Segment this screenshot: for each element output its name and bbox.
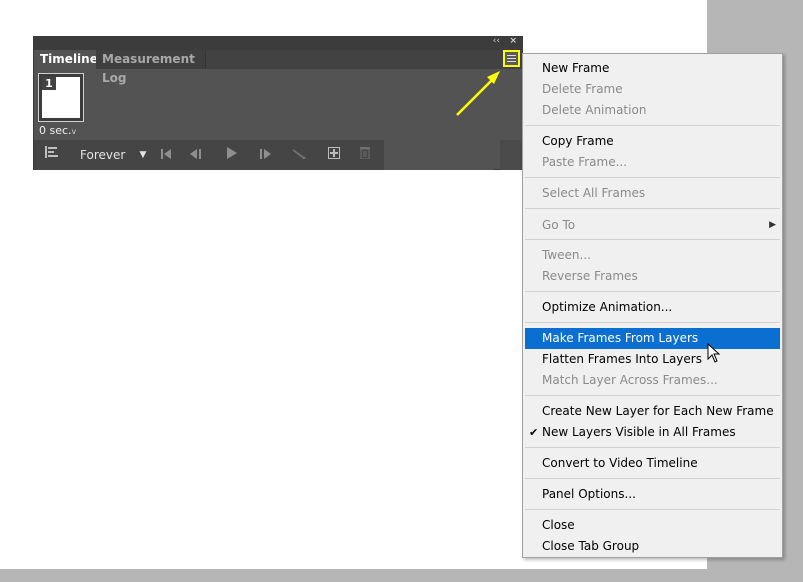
checkmark-icon: ✔	[529, 426, 539, 439]
timeline-controls: Forever ▼	[34, 140, 384, 170]
menu-separator	[525, 395, 780, 396]
menu-item-go-to[interactable]: Go To ▶	[525, 215, 780, 236]
menu-item-label: Match Layer Across Frames...	[542, 373, 718, 387]
collapse-panel-icon[interactable]: ‹‹	[493, 36, 500, 46]
menu-item-reverse-frames[interactable]: Reverse Frames	[525, 266, 780, 287]
menu-item-tween[interactable]: Tween...	[525, 245, 780, 266]
menu-item-label: Go To	[542, 218, 576, 232]
menu-item-optimize-animation[interactable]: Optimize Animation...	[525, 297, 780, 318]
menu-separator	[525, 125, 780, 126]
menu-item-select-all-frames[interactable]: Select All Frames	[525, 183, 780, 204]
tween-icon[interactable]	[290, 140, 308, 170]
duplicate-frame-icon[interactable]	[326, 140, 342, 170]
timeline-panel: ‹‹ × Timeline Measurement Log 1 0 sec.v …	[33, 36, 523, 170]
menu-item-panel-options[interactable]: Panel Options...	[525, 484, 780, 505]
menu-item-label: Close	[542, 518, 575, 532]
menu-item-new-frame[interactable]: New Frame	[525, 58, 780, 79]
chevron-down-icon: v	[71, 127, 77, 136]
tab-measurement-log[interactable]: Measurement Log	[96, 50, 206, 85]
canvas-background-bottom	[0, 569, 803, 582]
panel-menu-button[interactable]	[503, 50, 520, 67]
menu-item-label: Convert to Video Timeline	[542, 456, 698, 470]
menu-item-close-tab-group[interactable]: Close Tab Group	[525, 536, 780, 557]
menu-separator	[525, 509, 780, 510]
menu-item-label: Close Tab Group	[542, 539, 640, 553]
menu-item-label: Delete Frame	[542, 82, 623, 96]
menu-separator	[525, 177, 780, 178]
hamburger-menu-icon	[507, 55, 516, 62]
close-panel-icon[interactable]: ×	[509, 36, 517, 46]
panel-tab-bar: Timeline Measurement Log	[34, 50, 522, 85]
menu-item-convert-to-video-timeline[interactable]: Convert to Video Timeline	[525, 453, 780, 474]
menu-separator	[525, 478, 780, 479]
menu-item-new-layers-visible-all-frames[interactable]: ✔ New Layers Visible in All Frames	[525, 422, 780, 443]
menu-item-label: Paste Frame...	[542, 155, 628, 169]
menu-item-label: Panel Options...	[542, 487, 636, 501]
menu-item-delete-frame[interactable]: Delete Frame	[525, 79, 780, 100]
menu-item-label: Make Frames From Layers	[542, 331, 699, 345]
menu-item-label: Copy Frame	[542, 134, 614, 148]
dropdown-arrow-icon[interactable]: ▼	[136, 140, 150, 170]
menu-item-label: New Layers Visible in All Frames	[542, 425, 736, 439]
menu-item-match-layer-across-frames[interactable]: Match Layer Across Frames...	[525, 370, 780, 391]
menu-item-copy-frame[interactable]: Copy Frame	[525, 131, 780, 152]
delete-frame-icon[interactable]	[357, 140, 373, 170]
menu-item-delete-animation[interactable]: Delete Animation	[525, 100, 780, 121]
panel-title-strip[interactable]: ‹‹ ×	[34, 36, 522, 50]
menu-item-create-new-layer-each-frame[interactable]: Create New Layer for Each New Frame	[525, 401, 780, 422]
frame-number: 1	[42, 77, 56, 90]
convert-to-video-icon[interactable]	[42, 140, 62, 170]
controls-spacer	[384, 140, 494, 170]
menu-separator	[525, 291, 780, 292]
first-frame-icon[interactable]	[158, 140, 174, 170]
mouse-pointer-icon	[707, 342, 721, 367]
frame-delay-dropdown[interactable]: 0 sec.v	[39, 124, 88, 137]
menu-item-label: New Frame	[542, 61, 610, 75]
menu-item-label: Flatten Frames Into Layers	[542, 352, 702, 366]
play-icon[interactable]	[224, 140, 240, 170]
menu-item-label: Select All Frames	[542, 186, 646, 200]
submenu-arrow-icon: ▶	[769, 220, 776, 230]
menu-item-label: Reverse Frames	[542, 269, 638, 283]
menu-item-label: Create New Layer for Each New Frame	[542, 404, 774, 418]
menu-item-close[interactable]: Close	[525, 515, 780, 536]
animation-frame[interactable]: 1 0 sec.v	[38, 73, 86, 137]
previous-frame-icon[interactable]	[188, 140, 204, 170]
menu-separator	[525, 447, 780, 448]
menu-separator	[525, 208, 780, 209]
frame-thumbnail[interactable]: 1	[38, 73, 84, 122]
timeline-panel-menu: New Frame Delete Frame Delete Animation …	[522, 53, 783, 558]
menu-item-label: Optimize Animation...	[542, 300, 673, 314]
menu-separator	[525, 239, 780, 240]
menu-item-label: Tween...	[542, 248, 591, 262]
panel-resize-area[interactable]	[500, 140, 522, 170]
menu-item-make-frames-from-layers[interactable]: Make Frames From Layers	[525, 328, 780, 349]
menu-item-paste-frame[interactable]: Paste Frame...	[525, 152, 780, 173]
tab-timeline[interactable]: Timeline	[34, 50, 98, 69]
frame-delay-value: 0 sec.	[39, 124, 72, 137]
menu-item-label: Delete Animation	[542, 103, 647, 117]
next-frame-icon[interactable]	[258, 140, 274, 170]
menu-item-flatten-frames-into-layers[interactable]: Flatten Frames Into Layers	[525, 349, 780, 370]
menu-separator	[525, 322, 780, 323]
